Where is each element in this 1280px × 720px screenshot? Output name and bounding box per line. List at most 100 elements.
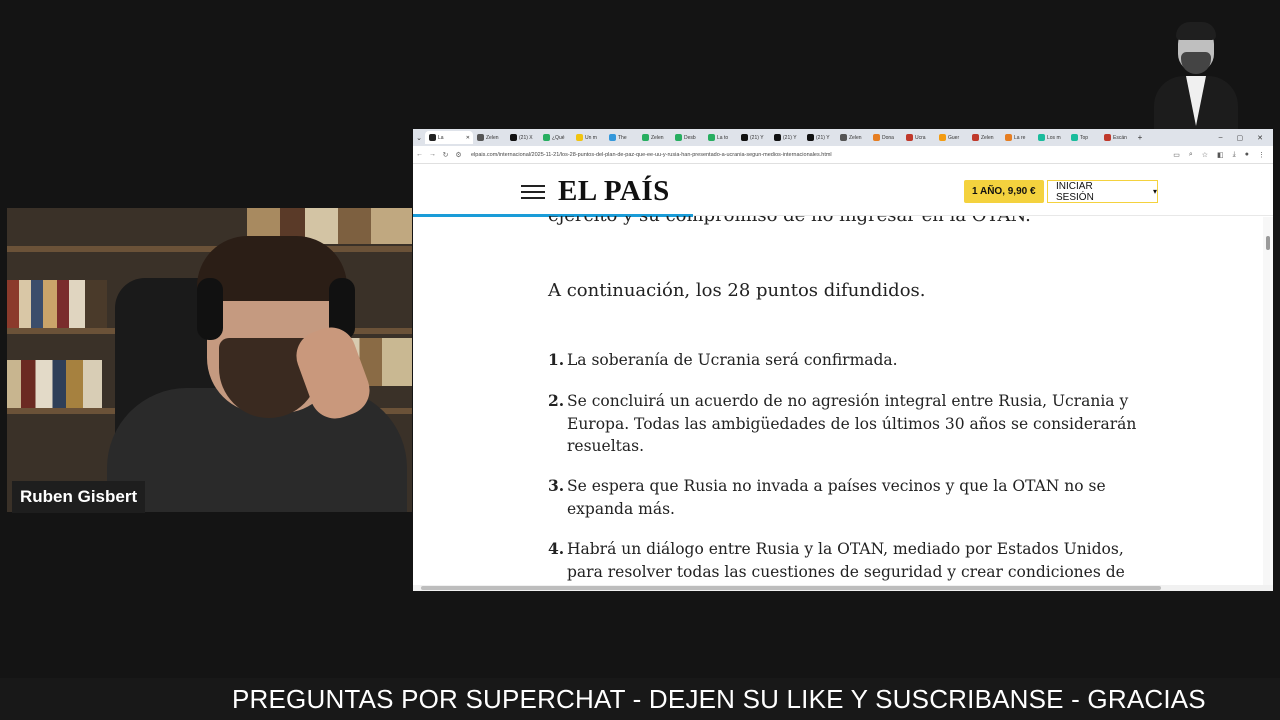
list-item-text: La soberanía de Ucrania será confirmada. (567, 351, 898, 369)
address-actions: ▭ ⌕ ☆ ◧ ⤓ ● ⋮ (1173, 151, 1273, 159)
zoom-icon[interactable]: ⌕ (1189, 151, 1193, 159)
tab-favicon-icon (807, 134, 814, 141)
tab-favicon-icon (429, 134, 436, 141)
tabs: La ✕ Zelen (21) X ¿Qué Un m The Zelen Desb La to (… (425, 131, 1133, 144)
article-intro: A continuación, los 28 puntos difundidos… (548, 280, 926, 301)
hamburger-menu-icon[interactable] (521, 185, 545, 199)
scrollbar-thumb[interactable] (421, 586, 1161, 590)
browser-tab[interactable]: Zelen (638, 131, 671, 144)
tab-label: Top (1080, 134, 1089, 141)
profile-icon[interactable]: ● (1245, 151, 1249, 159)
list-item-number: 4. (548, 539, 565, 558)
tab-favicon-icon (840, 134, 847, 141)
tab-label: Dona (882, 134, 894, 141)
login-button[interactable]: INICIAR SESIÓN ▾ (1047, 180, 1158, 203)
list-item: 1. La soberanía de Ucrania será confirma… (548, 349, 1138, 372)
browser-tab[interactable]: (21) Y (737, 131, 770, 144)
browser-tab[interactable]: (21) Y (770, 131, 803, 144)
browser-tab[interactable]: (21) X (506, 131, 539, 144)
close-icon[interactable]: ✕ (1257, 134, 1263, 142)
minimize-icon[interactable]: – (1219, 134, 1223, 142)
tab-label: Un m (585, 134, 597, 141)
browser-tab[interactable]: Un m (572, 131, 605, 144)
list-item: 2. Se concluirá un acuerdo de no agresió… (548, 390, 1138, 458)
list-item-text: Se espera que Rusia no invada a países v… (567, 477, 1106, 518)
browser-tab[interactable]: Ucra (902, 131, 935, 144)
site-header: EL PAÍS 1 AÑO, 9,90 € INICIAR SESIÓN ▾ (413, 165, 1273, 216)
tab-favicon-icon (774, 134, 781, 141)
cast-icon[interactable]: ▭ (1173, 151, 1180, 159)
url-field[interactable]: elpais.com/internacional/2025-11-21/los-… (465, 152, 1173, 158)
article-body: ejército y su compromiso de no ingresar … (413, 216, 1261, 586)
tab-label: Ucra (915, 134, 926, 141)
horizontal-scrollbar[interactable] (413, 585, 1273, 591)
books (7, 360, 102, 408)
scrollbar-thumb[interactable] (1266, 236, 1270, 250)
browser-tab[interactable]: Los m (1034, 131, 1067, 144)
browser-tab[interactable]: Zelen (836, 131, 869, 144)
tab-favicon-icon (675, 134, 682, 141)
maximize-icon[interactable]: ▢ (1237, 134, 1244, 142)
site-info-icon[interactable]: ⚙ (452, 151, 465, 159)
tab-label: La (438, 134, 444, 141)
tab-label: Zelen (651, 134, 664, 141)
tab-label: Zelen (486, 134, 499, 141)
browser-tab[interactable]: Guer (935, 131, 968, 144)
browser-tab[interactable]: The (605, 131, 638, 144)
browser-tab[interactable]: Escán (1100, 131, 1133, 144)
browser-tab[interactable]: Dona (869, 131, 902, 144)
tab-label: Los m (1047, 134, 1061, 141)
site-logo[interactable]: EL PAÍS (558, 175, 670, 208)
browser-tab[interactable]: Desb (671, 131, 704, 144)
login-label: INICIAR SESIÓN (1056, 180, 1094, 203)
article-paragraph: ejército y su compromiso de no ingresar … (548, 216, 1031, 226)
tab-label: The (618, 134, 627, 141)
tab-label: ¿Qué (552, 134, 565, 141)
extensions-icon[interactable]: ◧ (1217, 151, 1224, 159)
browser-tab[interactable]: La re (1001, 131, 1034, 144)
tab-favicon-icon (1005, 134, 1012, 141)
tab-favicon-icon (1104, 134, 1111, 141)
subscribe-button[interactable]: 1 AÑO, 9,90 € (964, 180, 1044, 203)
reload-icon[interactable]: ↻ (439, 151, 452, 159)
list-item-number: 2. (548, 391, 565, 410)
tab-favicon-icon (1038, 134, 1045, 141)
vertical-scrollbar[interactable] (1263, 217, 1273, 587)
tab-favicon-icon (642, 134, 649, 141)
list-item: 3. Se espera que Rusia no invada a paíse… (548, 475, 1138, 520)
banner-text: PREGUNTAS POR SUPERCHAT - DEJEN SU LIKE … (232, 684, 1206, 714)
tab-favicon-icon (873, 134, 880, 141)
forward-arrow-icon[interactable]: → (426, 151, 439, 158)
download-icon[interactable]: ⤓ (1233, 151, 1236, 159)
browser-tab[interactable]: Zelen (968, 131, 1001, 144)
browser-tab[interactable]: La ✕ (425, 131, 473, 144)
tab-label: (21) Y (816, 134, 830, 141)
tab-label: La re (1014, 134, 1026, 141)
tab-label: Zelen (849, 134, 862, 141)
headphones (197, 278, 223, 340)
avatar-beard (1181, 52, 1211, 74)
tab-search-chevron-icon[interactable]: ⌄ (413, 134, 425, 142)
tab-close-icon[interactable]: ✕ (466, 135, 473, 141)
browser-tab[interactable]: Zelen (473, 131, 506, 144)
list-item-number: 3. (548, 476, 565, 495)
menu-kebab-icon[interactable]: ⋮ (1258, 151, 1265, 159)
browser-tab[interactable]: Top (1067, 131, 1100, 144)
list-item-text: Habrá un diálogo entre Rusia y la OTAN, … (567, 540, 1125, 581)
new-tab-button[interactable]: + (1133, 133, 1147, 142)
bookmark-star-icon[interactable]: ☆ (1202, 151, 1208, 159)
bottom-banner: PREGUNTAS POR SUPERCHAT - DEJEN SU LIKE … (0, 678, 1280, 720)
tab-favicon-icon (477, 134, 484, 141)
browser-tab[interactable]: ¿Qué (539, 131, 572, 144)
list-item: 4. Habrá un diálogo entre Rusia y la OTA… (548, 538, 1138, 583)
tab-favicon-icon (906, 134, 913, 141)
browser-tab[interactable]: (21) Y (803, 131, 836, 144)
tab-label: (21) X (519, 134, 533, 141)
browser-tab[interactable]: La to (704, 131, 737, 144)
webcam-name-label: Ruben Gisbert (12, 481, 146, 513)
tab-favicon-icon (1071, 134, 1078, 141)
tab-favicon-icon (609, 134, 616, 141)
address-bar: ← → ↻ ⚙ elpais.com/internacional/2025-11… (413, 146, 1273, 164)
back-arrow-icon[interactable]: ← (413, 151, 426, 158)
tab-favicon-icon (972, 134, 979, 141)
